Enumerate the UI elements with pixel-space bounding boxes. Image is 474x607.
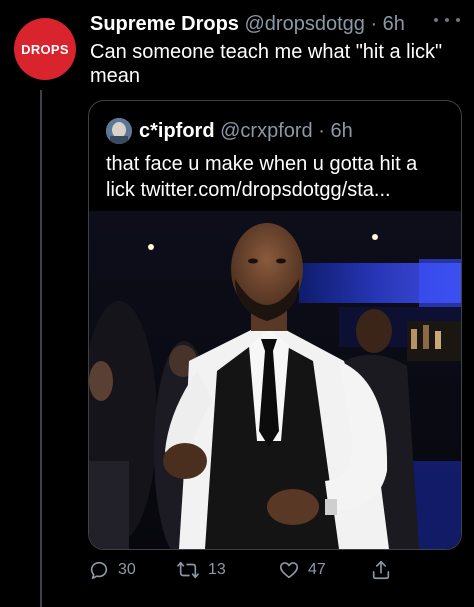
reply-count: 30 (118, 561, 136, 578)
quoted-text: that face u make when u gotta hit a lick… (106, 153, 418, 201)
retweet-count: 13 (208, 561, 226, 578)
quoted-timestamp[interactable]: 6h (330, 120, 352, 142)
tweet-header: Supreme Drops @dropsdotgg · 6h (90, 12, 405, 36)
like-count: 47 (308, 561, 326, 578)
quoted-photo[interactable] (89, 211, 461, 549)
quoted-display-name[interactable]: c*ipford (139, 120, 215, 142)
tweet-actions: 30 13 47 (88, 556, 408, 584)
quoted-separator: · (312, 120, 331, 142)
avatar-logo-text: DROPS (21, 41, 69, 57)
photo-illustration (89, 211, 461, 549)
retweet-icon (176, 559, 200, 581)
like-button[interactable]: 47 (278, 556, 326, 584)
display-name[interactable]: Supreme Drops (90, 13, 239, 35)
heart-icon (278, 559, 300, 581)
tweet-text: Can someone teach me what "hit a lick" m… (90, 41, 443, 87)
reply-button[interactable]: 30 (88, 556, 136, 584)
thread-line (40, 90, 42, 607)
avatar[interactable]: DROPS (14, 18, 76, 80)
retweet-button[interactable]: 13 (176, 556, 226, 584)
quoted-handle[interactable]: @crxpford (220, 120, 313, 142)
quoted-header: c*ipford @crxpford · 6h (139, 119, 353, 143)
separator: · (364, 13, 383, 35)
reply-icon (88, 559, 110, 581)
handle[interactable]: @dropsdotgg (245, 13, 365, 35)
quoted-tweet[interactable]: c*ipford @crxpford · 6h that face u make… (88, 100, 462, 550)
more-horizontal-icon[interactable] (434, 12, 460, 28)
share-button[interactable] (370, 556, 392, 584)
share-icon (370, 559, 392, 581)
timestamp[interactable]: 6h (383, 13, 405, 35)
quoted-avatar[interactable] (106, 118, 132, 144)
